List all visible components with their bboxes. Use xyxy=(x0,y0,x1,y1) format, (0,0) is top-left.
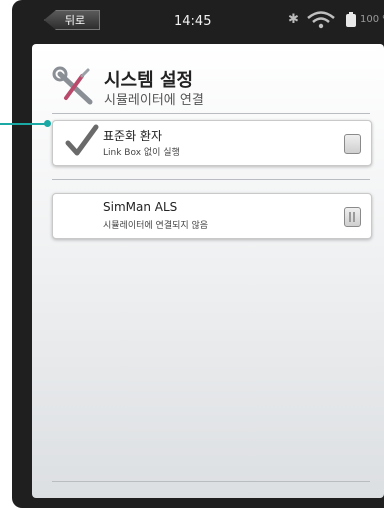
wrench-icon xyxy=(52,66,93,105)
bluetooth-icon: ✱ xyxy=(288,12,299,27)
back-button[interactable]: 뒤로 xyxy=(44,10,100,30)
select-box[interactable] xyxy=(344,134,361,154)
settings-panel: 시스템 설정 시뮬레이터에 연결 표준화 환자 Link Box 없이 실행 S… xyxy=(32,44,384,498)
option-title: SimMan ALS xyxy=(103,200,178,214)
callout-line xyxy=(0,123,48,125)
bottom-divider xyxy=(52,481,370,482)
status-bar: 뒤로 14:45 ✱ 100 % xyxy=(12,0,384,44)
pause-bar-right xyxy=(353,212,355,222)
page-subtitle: 시뮬레이터에 연결 xyxy=(104,93,204,108)
checkmark-icon xyxy=(65,124,99,156)
option-subtitle: Link Box 없이 실행 xyxy=(103,148,180,158)
battery-percentage: 100 % xyxy=(360,14,384,25)
pause-bar-left xyxy=(349,212,351,222)
battery-icon xyxy=(346,12,356,27)
option-simman-als[interactable]: SimMan ALS 시뮬레이터에 연결되지 않음 xyxy=(52,193,372,239)
option-subtitle: 시뮬레이터에 연결되지 않음 xyxy=(103,221,209,231)
option-title: 표준화 환자 xyxy=(103,129,163,143)
select-box[interactable] xyxy=(344,207,361,227)
clock: 14:45 xyxy=(174,14,212,29)
section-divider xyxy=(52,179,370,180)
callout-dot xyxy=(44,120,51,127)
wifi-icon xyxy=(307,11,335,29)
option-standardized-patient[interactable]: 표준화 환자 Link Box 없이 실행 xyxy=(52,120,372,166)
header-divider xyxy=(52,113,370,114)
tablet-frame: 뒤로 14:45 ✱ 100 % 시스템 설정 시뮬레이터에 연결 표준화 환자… xyxy=(12,0,384,508)
